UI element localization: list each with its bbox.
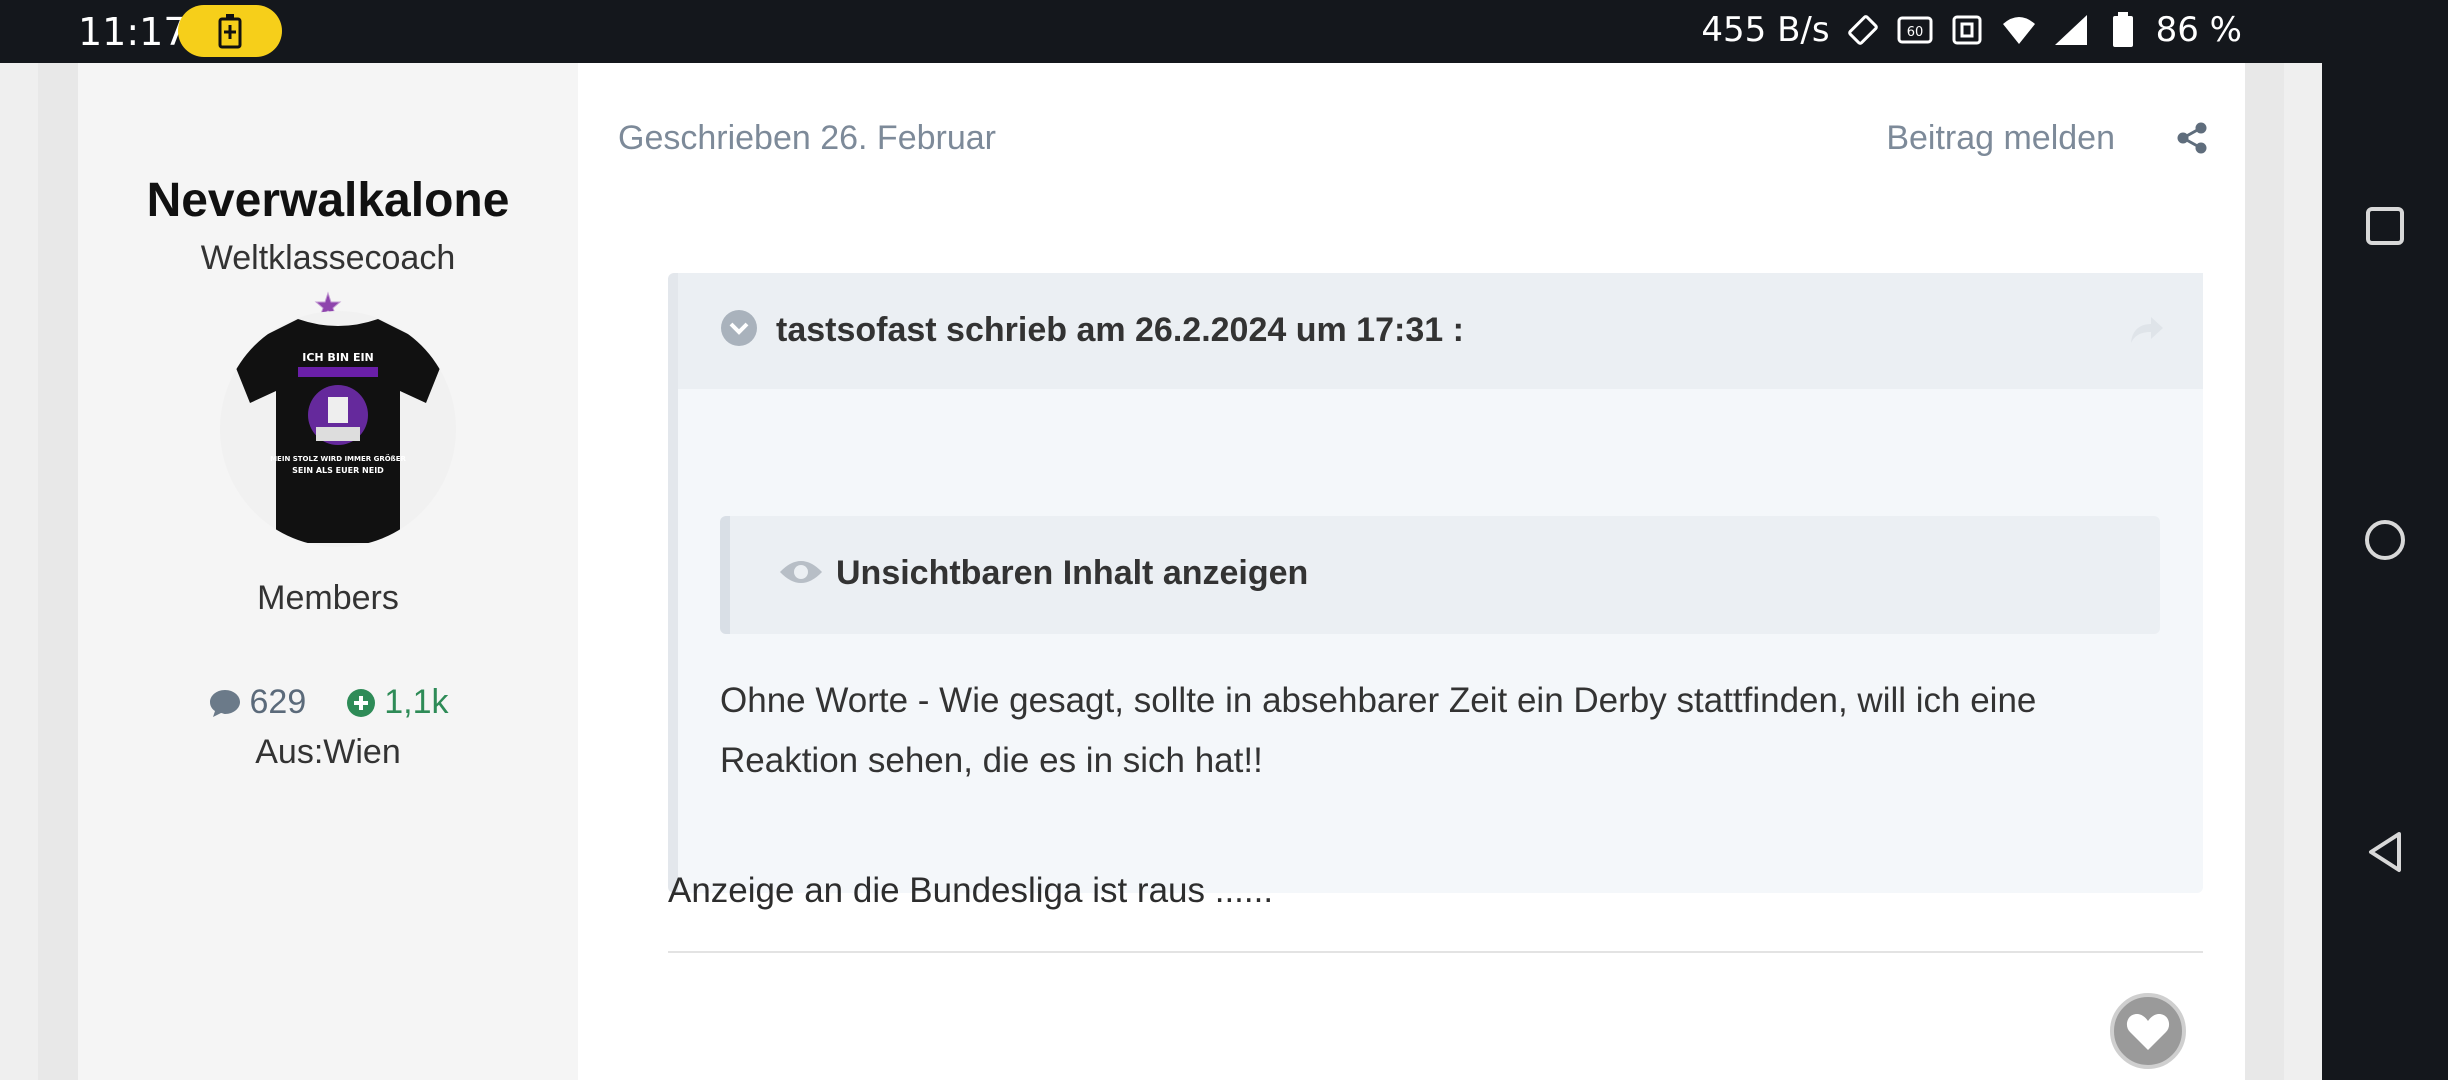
page-gutter-right bbox=[2245, 63, 2322, 1080]
comment-icon bbox=[209, 689, 240, 717]
eye-icon bbox=[780, 561, 822, 583]
signal-icon bbox=[2052, 11, 2090, 49]
page-gutter-left bbox=[0, 63, 78, 1080]
report-post-link[interactable]: Beitrag melden bbox=[1886, 119, 2115, 158]
author-group: Members bbox=[257, 579, 399, 617]
show-hidden-content-label[interactable]: Unsichtbaren Inhalt anzeigen bbox=[836, 554, 1308, 593]
wifi-icon bbox=[2000, 11, 2038, 49]
quote-text: Ohne Worte - Wie gesagt, sollte in abseh… bbox=[720, 681, 2037, 780]
net-speed: 455 B/s bbox=[1701, 10, 1830, 50]
plus-circle-icon bbox=[347, 688, 376, 717]
navigation-bar bbox=[2322, 0, 2448, 1080]
divider bbox=[668, 951, 2203, 953]
status-bar: 11:17 455 B/s 60 86 % bbox=[0, 0, 2322, 63]
post-body: Anzeige an die Bundesliga ist raus .....… bbox=[668, 871, 1274, 910]
shirt-text-top: ICH BIN EIN bbox=[302, 351, 374, 364]
heart-icon bbox=[2126, 1014, 2170, 1050]
author-name[interactable]: Neverwalkalone bbox=[78, 173, 578, 228]
chevron-down-icon[interactable] bbox=[720, 309, 758, 347]
svg-text:60: 60 bbox=[1906, 25, 1923, 40]
circle-icon bbox=[2365, 520, 2405, 560]
quote-header: tastsofast schrieb am 26.2.2024 um 17:31… bbox=[678, 273, 2203, 389]
status-time: 11:17 bbox=[78, 10, 188, 54]
recents-button[interactable] bbox=[2355, 196, 2415, 256]
back-button[interactable] bbox=[2355, 822, 2415, 882]
post-pane: Geschrieben 26. Februar Beitrag melden t… bbox=[578, 63, 2245, 1080]
quote-share-icon[interactable] bbox=[2129, 315, 2165, 345]
hidden-content-box[interactable]: Unsichtbaren Inhalt anzeigen bbox=[720, 516, 2160, 634]
shirt-text-line2: SEIN ALS EUER NEID bbox=[292, 466, 384, 475]
reputation[interactable]: 1,1k bbox=[346, 683, 449, 722]
share-icon[interactable] bbox=[2175, 121, 2209, 155]
tshirt-image: ICH BIN EIN MEIN STOLZ WIRD IMMER GRÖßER… bbox=[230, 319, 446, 543]
post-count[interactable]: 629 bbox=[208, 683, 307, 722]
back-triangle-icon bbox=[2369, 832, 2401, 872]
avatar[interactable]: ICH BIN EIN MEIN STOLZ WIRD IMMER GRÖßER… bbox=[220, 311, 456, 547]
shirt-text-line1: MEIN STOLZ WIRD IMMER GRÖßER bbox=[270, 454, 406, 463]
rotate-icon bbox=[1844, 11, 1882, 49]
quote-citation[interactable]: tastsofast schrieb am 26.2.2024 um 17:31… bbox=[776, 311, 1464, 350]
author-stats: 629 1,1k bbox=[78, 683, 578, 722]
nfc-icon bbox=[1948, 11, 1986, 49]
home-button[interactable] bbox=[2355, 510, 2415, 570]
battery-saver-icon bbox=[218, 14, 242, 49]
status-icons: 455 B/s 60 86 % bbox=[1701, 10, 2242, 50]
quote-block: tastsofast schrieb am 26.2.2024 um 17:31… bbox=[668, 273, 2203, 893]
author-location: Aus:Wien bbox=[255, 733, 401, 771]
square-icon bbox=[2366, 207, 2404, 245]
60hz-icon: 60 bbox=[1896, 11, 1934, 49]
battery-percent: 86 % bbox=[2155, 10, 2242, 50]
reputation-value: 1,1k bbox=[384, 683, 449, 721]
post-date[interactable]: Geschrieben 26. Februar bbox=[618, 119, 996, 158]
battery-icon bbox=[2104, 11, 2142, 49]
author-pane: Neverwalkalone Weltklassecoach ICH BIN E… bbox=[78, 63, 578, 1080]
author-title: Weltklassecoach bbox=[200, 239, 456, 277]
battery-saver-indicator bbox=[178, 5, 282, 57]
like-button[interactable] bbox=[2110, 993, 2186, 1069]
post-count-value: 629 bbox=[249, 683, 307, 721]
